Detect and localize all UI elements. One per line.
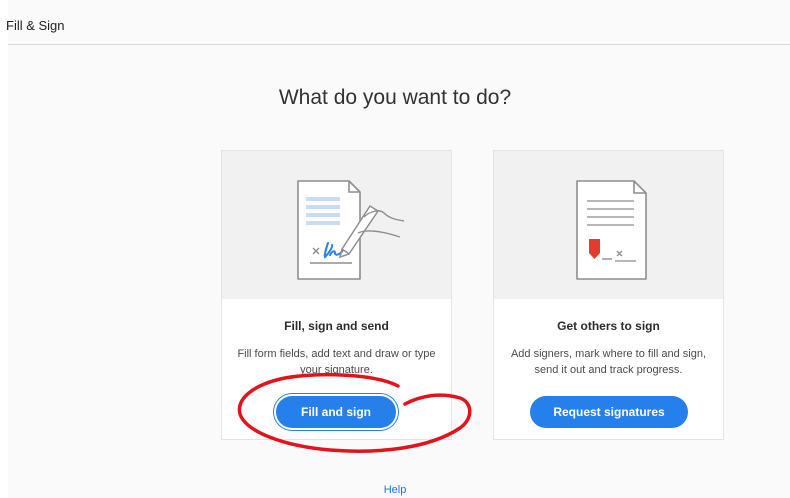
request-signatures-card: Get others to sign Add signers, mark whe… xyxy=(493,150,724,440)
request-signatures-button[interactable]: Request signatures xyxy=(530,396,688,428)
card-description: Add signers, mark where to fill and sign… xyxy=(510,348,707,376)
fill-sign-card: Fill, sign and send Fill form fields, ad… xyxy=(221,150,452,440)
fill-sign-illustration xyxy=(222,151,451,299)
request-signatures-illustration xyxy=(494,151,723,299)
top-bar: Fill & Sign xyxy=(6,0,790,45)
help-link[interactable]: Help xyxy=(0,484,790,496)
card-title: Get others to sign xyxy=(557,319,660,333)
fill-and-sign-button[interactable]: Fill and sign xyxy=(276,396,396,428)
card-description: Fill form fields, add text and draw or t… xyxy=(237,348,436,376)
card-title: Fill, sign and send xyxy=(284,319,389,333)
request-signature-document-icon xyxy=(576,180,647,280)
page-heading: What do you want to do? xyxy=(278,86,512,109)
fill-sign-document-icon xyxy=(297,180,405,280)
app-title: Fill & Sign xyxy=(6,18,65,33)
